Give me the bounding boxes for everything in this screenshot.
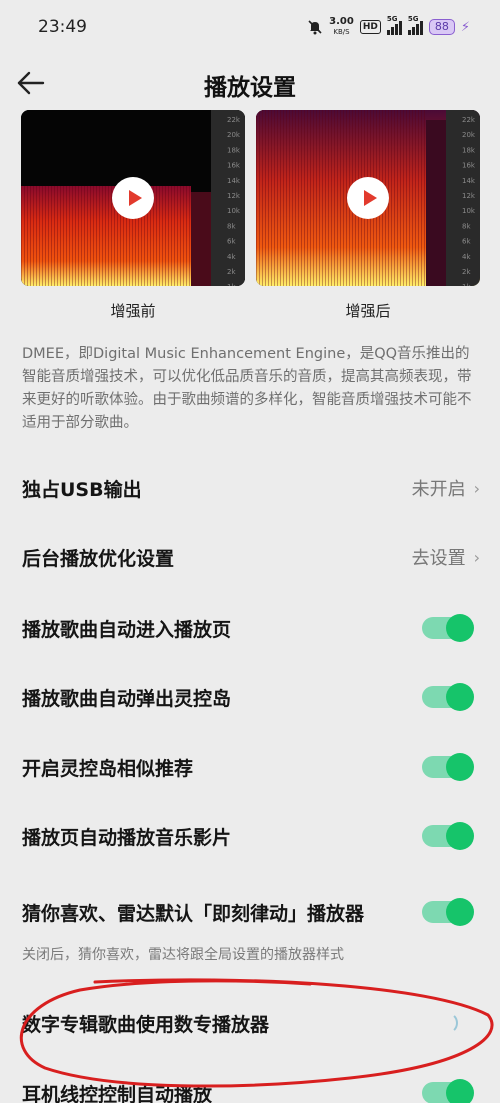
network-speed: 3.00 KB/S — [329, 17, 354, 37]
speed-unit: KB/S — [333, 28, 350, 36]
hd-voice-badge: HD — [359, 20, 381, 34]
freq-tick-label: 8k — [462, 222, 471, 230]
freq-tick-label: 4k — [227, 253, 236, 261]
freq-tick-label: 8k — [227, 222, 236, 230]
chevron-right-icon: › — [473, 547, 480, 567]
spectrogram-before-label: 增强前 — [110, 302, 156, 320]
setting-island-recommend: 开启灵控岛相似推荐 — [22, 747, 480, 787]
setting-label: 播放页自动播放音乐影片 — [22, 826, 232, 849]
setting-note: 关闭后，猜你喜欢，雷达将跟全局设置的播放器样式 — [22, 947, 344, 963]
setting-value: 去设置 › — [412, 544, 480, 570]
setting-value: 未开启 › — [412, 475, 480, 501]
signal-1-label: 5G — [386, 15, 398, 23]
setting-guess-player: 猜你喜欢、雷达默认「即刻律动」播放器 — [22, 892, 480, 932]
freq-tick-label: 14k — [227, 177, 241, 185]
setting-label: 后台播放优化设置 — [22, 547, 175, 570]
freq-tick-label: 4k — [462, 253, 471, 261]
freq-tick-label: 14k — [462, 177, 476, 185]
bell-muted-icon — [308, 20, 322, 35]
signal-2-label: 5G — [407, 15, 419, 23]
spectrogram-after-label: 增强后 — [345, 302, 391, 320]
toggle-switch[interactable] — [422, 753, 474, 781]
setting-label: 耳机线控控制自动播放 — [22, 1083, 213, 1103]
freq-tick-label: 22k — [227, 116, 241, 124]
setting-label: 独占USB输出 — [22, 478, 142, 501]
dmee-description: DMEE，即Digital Music Enhancement Engine，是… — [22, 346, 472, 431]
setting-label: 开启灵控岛相似推荐 — [22, 757, 194, 780]
freq-tick-label: 10k — [462, 207, 476, 215]
freq-tick-label: 1k — [227, 283, 236, 286]
toggle-switch[interactable] — [422, 822, 474, 850]
status-icons: 3.00 KB/S HD 5G 5G 88 ⚡ — [307, 15, 470, 37]
spectrogram-before[interactable]: 22k 20k 18k 16k 14k 12k 10k 8k 6k 4k 2k 1k — [21, 110, 245, 286]
battery-indicator: 88 — [428, 19, 455, 35]
setting-auto-island: 播放歌曲自动弹出灵控岛 — [22, 677, 480, 717]
play-button[interactable] — [112, 177, 154, 219]
signal-1-icon: 5G — [386, 15, 402, 35]
freq-tick-label: 2k — [227, 268, 236, 276]
freq-tick-label: 20k — [462, 131, 476, 139]
freq-tick-label: 10k — [227, 207, 241, 215]
freq-tick-label: 1k — [462, 283, 471, 286]
freq-tick-label: 22k — [462, 116, 476, 124]
toggle-switch[interactable] — [422, 898, 474, 926]
setting-auto-enter-player: 播放歌曲自动进入播放页 — [22, 608, 480, 648]
header: 播放设置 — [0, 58, 500, 108]
setting-auto-video: 播放页自动播放音乐影片 — [22, 816, 480, 856]
setting-background-playback[interactable]: 后台播放优化设置 去设置 › — [22, 537, 480, 577]
setting-label: 数字专辑歌曲使用数专播放器 — [22, 1013, 270, 1036]
play-button[interactable] — [347, 177, 389, 219]
signal-2-icon: 5G — [407, 15, 423, 35]
status-bar: 23:49 3.00 KB/S HD 5G 5G 88 ⚡ — [0, 0, 500, 58]
spectrogram-after[interactable]: 22k 20k 18k 16k 14k 12k 10k 8k 6k 4k 2k 1k — [256, 110, 480, 286]
freq-tick-label: 12k — [227, 192, 241, 200]
status-time: 23:49 — [38, 17, 87, 37]
freq-tick-label: 2k — [462, 268, 471, 276]
setting-digital-album: 数字专辑歌曲使用数专播放器 — [22, 1003, 480, 1043]
toggle-switch[interactable] — [422, 614, 474, 642]
setting-headset-autoplay: 耳机线控控制自动播放 — [22, 1073, 480, 1103]
loading-spinner-icon — [436, 1012, 458, 1034]
freq-tick-label: 6k — [462, 238, 471, 246]
freq-tick-label: 6k — [227, 238, 236, 246]
freq-tick-label: 20k — [227, 131, 241, 139]
freq-tick-label: 16k — [462, 162, 476, 170]
freq-tick-label: 16k — [227, 162, 241, 170]
setting-exclusive-usb[interactable]: 独占USB输出 未开启 › — [22, 468, 480, 508]
setting-value-text: 未开启 — [411, 479, 466, 500]
page-title: 播放设置 — [204, 75, 296, 101]
setting-value-text: 去设置 — [411, 548, 466, 569]
freq-tick-label: 18k — [227, 146, 241, 154]
setting-label: 猜你喜欢、雷达默认「即刻律动」播放器 — [22, 902, 365, 925]
setting-label: 播放歌曲自动弹出灵控岛 — [22, 687, 232, 710]
freq-tick-label: 12k — [462, 192, 476, 200]
freq-tick-label: 18k — [462, 146, 476, 154]
setting-label: 播放歌曲自动进入播放页 — [22, 618, 232, 641]
charging-icon: ⚡ — [460, 19, 470, 35]
chevron-right-icon: › — [473, 478, 480, 498]
toggle-switch[interactable] — [422, 683, 474, 711]
toggle-switch[interactable] — [422, 1079, 474, 1103]
speed-value: 3.00 — [329, 16, 354, 27]
